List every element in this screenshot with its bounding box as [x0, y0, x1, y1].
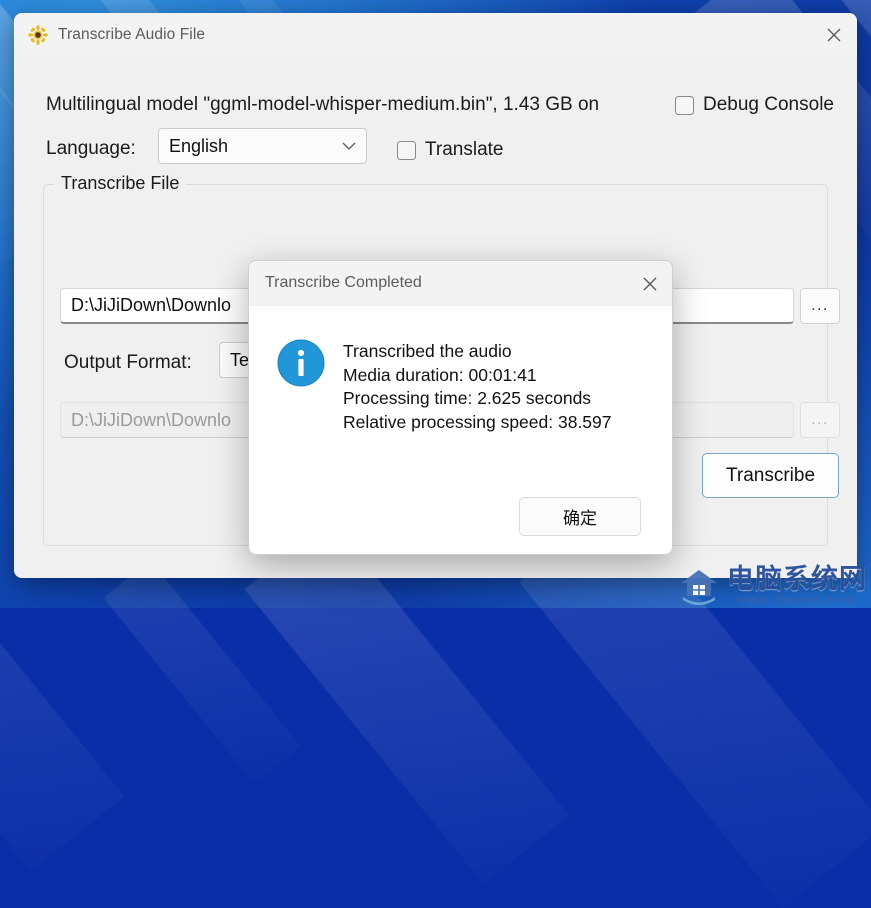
- checkbox-box: [675, 95, 694, 115]
- dialog-ok-button[interactable]: 确定: [519, 497, 641, 536]
- dialog-line-2: Media duration: 00:01:41: [343, 364, 537, 385]
- window-title: Transcribe Audio File: [58, 26, 206, 43]
- dialog-title: Transcribe Completed: [265, 274, 422, 291]
- info-icon: [277, 339, 325, 387]
- debug-console-label: Debug Console: [703, 94, 834, 115]
- close-icon: [827, 28, 841, 42]
- transcribe-completed-dialog: Transcribe Completed Transcribed the aud…: [248, 260, 673, 555]
- chevron-down-icon: [342, 142, 356, 150]
- browse-input-button[interactable]: ...: [800, 288, 840, 324]
- transcribe-button[interactable]: Transcribe: [702, 453, 839, 498]
- sunflower-icon: [28, 25, 48, 45]
- dnxtw-text-block: 电脑系统网 www.dnxtw.com: [727, 566, 867, 606]
- dnxtw-name: 电脑系统网: [727, 564, 867, 595]
- translate-checkbox[interactable]: Translate: [397, 139, 504, 161]
- debug-console-checkbox[interactable]: Debug Console: [675, 94, 834, 116]
- dialog-titlebar: Transcribe Completed: [249, 261, 672, 306]
- language-value: English: [169, 135, 229, 156]
- dnxtw-watermark: 电脑系统网 www.dnxtw.com: [678, 566, 867, 606]
- dialog-message: Transcribed the audio Media duration: 00…: [343, 339, 612, 434]
- dialog-body: Transcribed the audio Media duration: 00…: [249, 306, 672, 434]
- browse-output-button[interactable]: ...: [800, 402, 840, 438]
- model-info-text: Multilingual model "ggml-model-whisper-m…: [46, 94, 600, 115]
- language-select[interactable]: English: [158, 128, 367, 164]
- transcribe-file-group-title: Transcribe File: [54, 173, 187, 194]
- dnxtw-url: www.dnxtw.com: [737, 595, 857, 606]
- translate-label: Translate: [425, 139, 504, 160]
- dialog-line-4: Relative processing speed: 38.597: [343, 411, 612, 432]
- window-close-button[interactable]: [811, 13, 857, 57]
- dialog-close-button[interactable]: [628, 261, 672, 306]
- language-label: Language:: [46, 138, 136, 159]
- dialog-line-1: Transcribed the audio: [343, 341, 512, 361]
- checkbox-box: [397, 140, 416, 160]
- dialog-line-3: Processing time: 2.625 seconds: [343, 388, 592, 408]
- window-client-area: Multilingual model "ggml-model-whisper-m…: [14, 57, 857, 578]
- transcribe-audio-window: Transcribe Audio File Multilingual model…: [14, 13, 857, 578]
- window-titlebar: Transcribe Audio File: [14, 13, 857, 57]
- output-format-value: Te: [230, 349, 250, 370]
- output-format-label: Output Format:: [64, 352, 192, 373]
- close-icon: [643, 277, 657, 290]
- house-logo-icon: [681, 570, 717, 605]
